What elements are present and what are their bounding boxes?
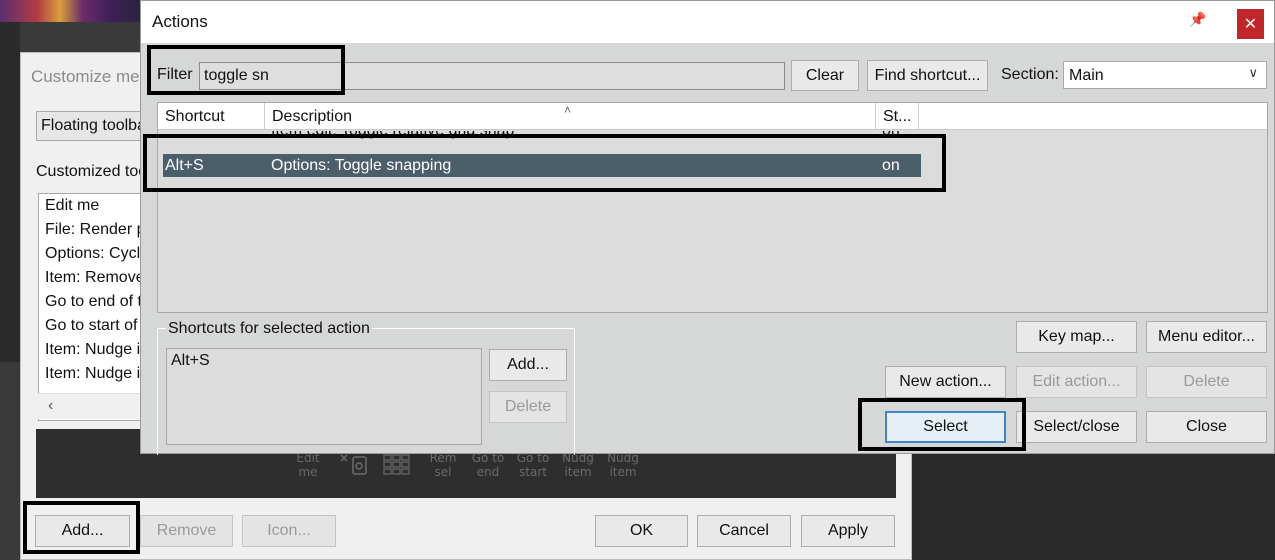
apply-button[interactable]: Apply (801, 515, 895, 547)
daw-background (912, 454, 1275, 560)
section-label: Section: (1001, 66, 1059, 83)
window-title: Actions (152, 12, 208, 31)
filter-label: Filter (157, 66, 193, 83)
remove-button[interactable]: Remove (140, 515, 233, 547)
filter-input[interactable] (199, 62, 785, 90)
ok-button[interactable]: OK (595, 515, 688, 547)
title-bar[interactable] (141, 1, 1274, 43)
table-header: Shortcut Description ˄ St... (158, 103, 1267, 130)
row-description: Options: Toggle snapping (271, 157, 452, 174)
shortcuts-list[interactable]: Alt+S (166, 348, 482, 445)
close-window-button[interactable]: ✕ (1237, 9, 1264, 39)
select-close-button[interactable]: Select/close (1016, 411, 1137, 443)
daw-track-panel (0, 22, 20, 362)
chevron-left-icon[interactable]: ‹ (48, 397, 53, 415)
actions-window: Actions 📌 ✕ Filter Clear Find shortcut..… (140, 0, 1275, 455)
actions-table[interactable]: Shortcut Description ˄ St... Item edit: … (157, 102, 1268, 313)
table-row-selected[interactable]: Alt+S Options: Toggle snapping on (163, 154, 921, 177)
key-map-button[interactable]: Key map... (1016, 321, 1137, 353)
delete-shortcut-button[interactable]: Delete (489, 391, 567, 423)
sort-up-icon: ˄ (564, 103, 572, 117)
shortcuts-group-title: Shortcuts for selected action (166, 320, 372, 338)
edit-action-button[interactable]: Edit action... (1016, 366, 1137, 398)
column-shortcut[interactable]: Shortcut (158, 103, 265, 130)
customize-window-title: Customize me (31, 67, 140, 86)
row-shortcut: Alt+S (165, 157, 204, 174)
close-button[interactable]: Close (1146, 411, 1267, 443)
new-action-button[interactable]: New action... (885, 366, 1006, 398)
preview-label: Edit me (296, 451, 320, 479)
menu-editor-button[interactable]: Menu editor... (1146, 321, 1267, 353)
row-description: Item edit: Toggle relative grid snap (271, 131, 514, 142)
preview-label: Rem sel (429, 451, 457, 479)
column-state[interactable]: St... (876, 103, 919, 130)
section-select[interactable]: Main ∨ (1063, 61, 1267, 89)
table-row[interactable]: Item edit: Toggle relative grid snap on (163, 131, 921, 143)
add-button[interactable]: Add... (35, 515, 130, 547)
clear-button[interactable]: Clear (791, 60, 859, 91)
section-value: Main (1069, 67, 1104, 84)
list-item[interactable]: Alt+S (171, 352, 477, 370)
daw-waveform-strip (0, 0, 150, 22)
preview-label: Go to start (516, 451, 550, 479)
pin-icon[interactable]: 📌 (1189, 11, 1206, 28)
delete-action-button[interactable]: Delete (1146, 366, 1267, 398)
preview-label: Go to end (471, 451, 505, 479)
preview-label: Nudg item (562, 451, 594, 479)
row-state: on (882, 157, 900, 174)
add-shortcut-button[interactable]: Add... (489, 349, 567, 381)
preview-label: Nudg item (607, 451, 639, 479)
icon-button[interactable]: Icon... (242, 515, 336, 547)
select-button[interactable]: Select (885, 411, 1006, 443)
find-shortcut-button[interactable]: Find shortcut... (867, 60, 988, 91)
cancel-button[interactable]: Cancel (697, 515, 791, 547)
row-state: on (882, 131, 900, 142)
chevron-down-icon: ∨ (1248, 65, 1258, 80)
